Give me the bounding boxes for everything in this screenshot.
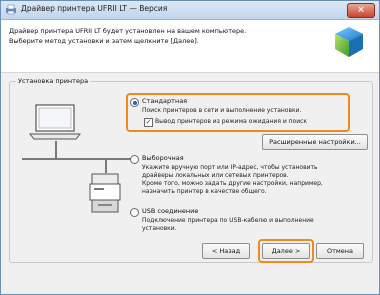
back-button[interactable]: < Назад xyxy=(202,243,250,259)
window-title: Драйвер принтера UFRII LT — Версия xyxy=(21,4,168,13)
standard-description: Поиск принтеров в сети и выполнение уста… xyxy=(142,107,302,114)
network-line xyxy=(55,141,57,158)
usb-desc-line: установки. xyxy=(142,225,177,232)
printer-icon xyxy=(89,173,121,213)
network-line xyxy=(22,158,138,160)
custom-desc-line: Кроме того, можно задать другие настройк… xyxy=(142,180,323,187)
advanced-settings-button[interactable]: Расширенные настройки... xyxy=(262,134,368,150)
wake-printers-label: Вывод принтеров из режима ожидания и пои… xyxy=(155,118,308,125)
custom-desc-line: драйверы локальных или сетевых принтеров… xyxy=(142,172,289,179)
usb-title: USB соединение xyxy=(142,207,199,215)
title-bar: Драйвер принтера UFRII LT — Версия × xyxy=(1,1,379,20)
custom-desc-line: назначить принтер в качестве общего. xyxy=(142,188,267,195)
close-icon: × xyxy=(357,5,365,15)
installer-window: Драйвер принтера UFRII LT — Версия × Дра… xyxy=(0,0,380,295)
network-line xyxy=(105,159,107,173)
next-button[interactable]: Далее > xyxy=(262,243,310,259)
close-button[interactable]: × xyxy=(347,3,375,18)
header-line-1: Драйвер принтера UFRII LT будет установл… xyxy=(9,27,247,35)
printer-app-icon xyxy=(6,4,16,15)
custom-title: Выборочная xyxy=(142,154,184,162)
custom-radio[interactable] xyxy=(130,155,139,164)
usb-radio[interactable] xyxy=(130,208,139,217)
wake-printers-checkbox[interactable]: ✓ xyxy=(144,118,153,127)
standard-radio[interactable] xyxy=(130,98,139,107)
standard-title: Стандартная xyxy=(142,97,188,105)
usb-desc-line: Подключение принтера по USB-кабелю и вып… xyxy=(142,217,314,224)
checkmark-icon: ✓ xyxy=(145,118,152,126)
header-panel: Драйвер принтера UFRII LT будет установл… xyxy=(1,20,379,73)
install-group: Установка принтера Стандартная Поиск при… xyxy=(9,77,373,263)
header-line-2: Выберите метод установки и затем щелкнит… xyxy=(9,37,199,45)
computer-icon xyxy=(28,104,82,140)
cancel-button[interactable]: Отмена xyxy=(316,243,364,259)
group-label: Установка принтера xyxy=(16,77,91,85)
printer-logo-icon xyxy=(335,27,363,57)
custom-desc-line: Укажите вручную порт или IP-адрес, чтобы… xyxy=(142,164,318,171)
